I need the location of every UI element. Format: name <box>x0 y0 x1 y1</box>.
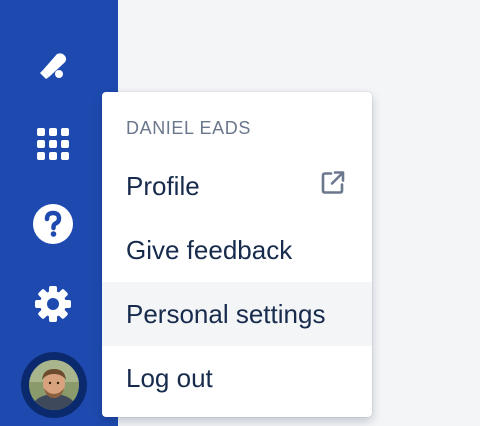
app-root: DANIEL EADS Profile Give feedback Person… <box>0 0 480 426</box>
menu-item-label: Personal settings <box>126 298 326 329</box>
notifications-button[interactable] <box>27 38 79 90</box>
profile-avatar-button[interactable] <box>21 352 87 418</box>
settings-icon <box>35 286 71 322</box>
menu-item-label: Log out <box>126 362 213 393</box>
menu-item-profile[interactable]: Profile <box>102 154 372 218</box>
menu-item-log-out[interactable]: Log out <box>102 346 372 410</box>
global-sidebar <box>0 0 118 426</box>
app-switcher-icon <box>37 128 69 160</box>
menu-item-label: Give feedback <box>126 234 293 265</box>
menu-item-personal-settings[interactable]: Personal settings <box>102 282 372 346</box>
help-icon <box>33 204 73 244</box>
avatar <box>29 360 79 410</box>
app-switcher-button[interactable] <box>27 118 79 170</box>
settings-button[interactable] <box>27 278 79 330</box>
menu-heading-username: DANIEL EADS <box>126 118 251 138</box>
help-button[interactable] <box>27 198 79 250</box>
menu-item-label: Profile <box>126 170 200 201</box>
notification-icon <box>40 53 67 79</box>
external-link-icon <box>320 170 346 203</box>
menu-item-give-feedback[interactable]: Give feedback <box>102 218 372 282</box>
profile-dropdown-menu: DANIEL EADS Profile Give feedback Person… <box>102 92 372 417</box>
